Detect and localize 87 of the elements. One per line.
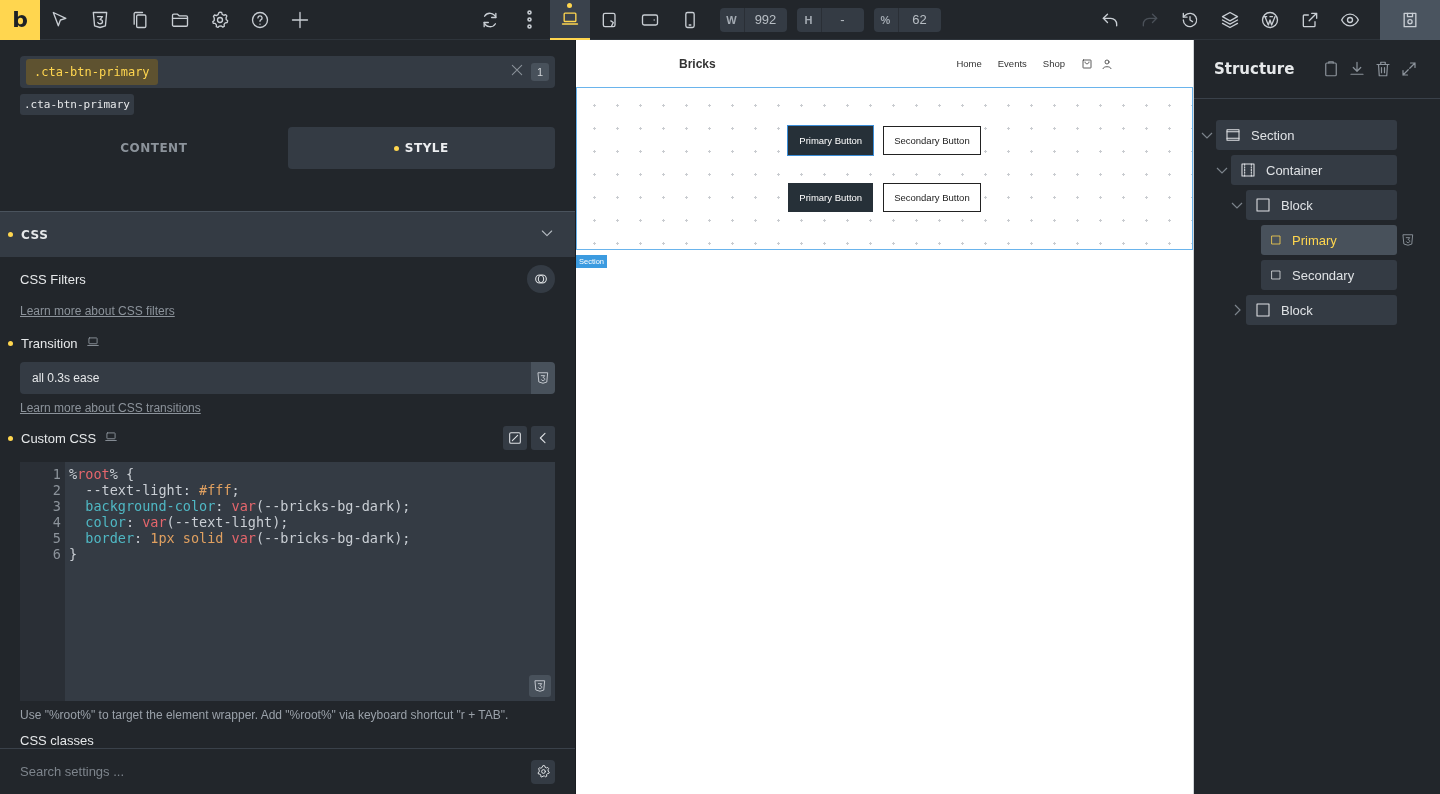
settings-button[interactable] xyxy=(531,759,555,784)
line-number: 4 xyxy=(51,514,62,531)
class-chip[interactable]: .cta-btn-primary xyxy=(20,94,134,115)
primary-button[interactable]: Primary Button xyxy=(788,182,874,212)
unit-label: % xyxy=(873,7,899,32)
nav-link[interactable]: Shop xyxy=(1042,58,1065,69)
size-field[interactable]: - xyxy=(821,7,864,32)
block-icon xyxy=(1255,197,1271,213)
block-icon xyxy=(1270,269,1282,281)
panel-tab[interactable]: CONTENT xyxy=(20,127,288,169)
magic-edit-button[interactable] xyxy=(503,426,527,451)
field-label: Transition xyxy=(21,336,78,352)
code-editor[interactable]: 1 2 3 4 5 6 %root% { --text-light: #fff; background-color: var(--bricks-bg-dark); color: var(--text-light); border: 1px solid var(--bricks-bg-dark); } xyxy=(20,462,555,702)
collapse-button[interactable] xyxy=(531,426,555,451)
code-line: %root% { xyxy=(69,466,136,483)
css-icon xyxy=(90,9,110,30)
panel-title: Structure xyxy=(1214,60,1295,78)
clipboard-icon xyxy=(1322,60,1340,78)
css-button[interactable] xyxy=(531,362,555,395)
structure-item[interactable]: Section xyxy=(1216,120,1397,150)
expand-icon xyxy=(1400,60,1418,78)
css-button[interactable] xyxy=(529,675,551,698)
structure-item[interactable]: Primary xyxy=(1261,225,1397,255)
field-label: Custom CSS xyxy=(21,430,97,446)
device-tab[interactable] xyxy=(549,0,590,40)
line-number: 2 xyxy=(51,482,62,499)
unit-label: H xyxy=(796,7,822,32)
structure-item[interactable]: Container xyxy=(1231,155,1397,185)
count-badge: 1 xyxy=(530,63,549,81)
line-number: 6 xyxy=(51,546,62,563)
unit-label: W xyxy=(719,7,745,32)
code-line: } xyxy=(69,546,79,563)
section-icon xyxy=(1225,127,1241,143)
transition-field[interactable]: all 0.3s ease xyxy=(20,362,531,395)
structure-item[interactable]: Secondary xyxy=(1261,260,1397,290)
line-number: 3 xyxy=(51,498,62,515)
user-icon xyxy=(1101,57,1113,70)
size-field[interactable]: 992 xyxy=(744,7,787,32)
download-icon xyxy=(1348,60,1366,78)
settings-icon xyxy=(210,9,230,30)
download-button[interactable] xyxy=(1348,60,1366,78)
structure-item[interactable]: Block xyxy=(1246,295,1397,325)
css-icon xyxy=(536,371,550,386)
expand-button[interactable] xyxy=(1400,60,1418,78)
more-icon xyxy=(527,10,532,29)
class-tag[interactable]: .cta-btn-primary xyxy=(26,59,158,85)
save-button[interactable] xyxy=(1380,0,1440,40)
logo-button[interactable]: b xyxy=(0,0,40,40)
code-line: border: 1px solid var(--bricks-bg-dark); xyxy=(84,530,411,547)
code-line: color: var(--text-light); xyxy=(84,514,290,531)
help-link[interactable]: Learn more about CSS transitions xyxy=(20,401,201,416)
code-line: background-color: var(--bricks-bg-dark); xyxy=(84,498,411,515)
line-number: 5 xyxy=(51,530,62,547)
secondary-button[interactable]: Secondary Button xyxy=(883,125,981,155)
section-title: CSS xyxy=(21,227,49,242)
hint-text: Use "%root%" to target the element wrapper. Add "%root%" via keyboard shortcut "r + TAB". xyxy=(20,708,510,723)
block-icon xyxy=(1270,234,1282,246)
container-icon xyxy=(1240,162,1256,178)
delete-button[interactable] xyxy=(1374,60,1392,78)
section-frame[interactable]: Primary Button Secondary Button Primary Button Secondary Button xyxy=(576,87,1193,250)
site-logo-text[interactable]: Bricks xyxy=(679,56,716,71)
trash-icon xyxy=(1374,60,1392,78)
size-field[interactable]: 62 xyxy=(898,7,941,32)
code-line: --text-light: #fff; xyxy=(84,482,241,499)
settings-icon xyxy=(535,764,551,780)
panel-tab[interactable]: STYLE xyxy=(287,127,555,169)
secondary-button[interactable]: Secondary Button xyxy=(883,182,981,212)
block-icon xyxy=(1255,302,1271,318)
nav-link[interactable]: Home xyxy=(956,58,982,69)
field-label: CSS Filters xyxy=(20,271,86,287)
nav-link[interactable]: Events xyxy=(997,58,1027,69)
section-header[interactable]: CSS xyxy=(0,211,575,258)
class-selector-field[interactable]: .cta-btn-primary 1 xyxy=(20,56,555,88)
plus-icon xyxy=(290,9,310,30)
line-number: 1 xyxy=(51,466,62,483)
bag-icon xyxy=(1081,57,1093,70)
css-icon xyxy=(533,679,547,694)
wand-icon xyxy=(507,430,523,447)
laptop-icon xyxy=(104,429,119,444)
paste-button[interactable] xyxy=(1322,60,1340,78)
field-label: CSS classes xyxy=(20,733,95,749)
structure-item[interactable]: Block xyxy=(1246,190,1397,220)
search-field[interactable]: Search settings ... xyxy=(20,759,531,784)
help-icon xyxy=(250,9,270,30)
filters-button[interactable] xyxy=(527,265,555,294)
primary-button[interactable]: Primary Button xyxy=(788,125,874,155)
help-link[interactable]: Learn more about CSS filters xyxy=(20,304,175,319)
